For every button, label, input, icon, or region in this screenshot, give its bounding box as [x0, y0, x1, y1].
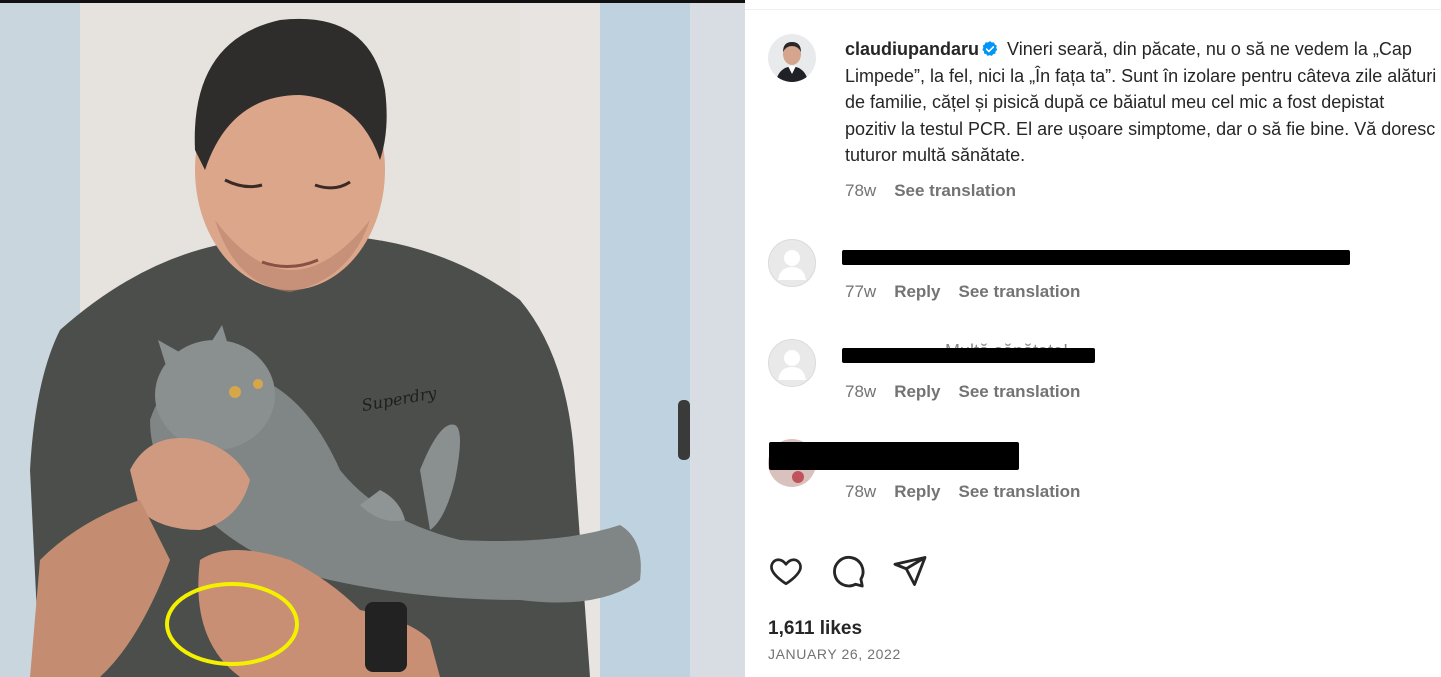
redacted-comment-text [769, 442, 1019, 470]
redacted-comment-text [842, 250, 1350, 265]
post-date: JANUARY 26, 2022 [768, 646, 901, 662]
comment-age: 78w [845, 382, 877, 401]
post-actions [767, 552, 929, 590]
comment-age: 77w [845, 282, 877, 301]
comment-age: 78w [845, 482, 877, 501]
share-button[interactable] [891, 552, 929, 590]
comment-meta: 78w Reply See translation [845, 382, 1080, 402]
author-avatar[interactable] [768, 34, 816, 82]
verified-badge-icon [982, 41, 998, 56]
post-details-panel: claudiupandaru Vineri seară, din păcate,… [745, 0, 1441, 677]
like-button[interactable] [767, 552, 805, 590]
photo-illustration: Superdry [0, 0, 745, 677]
reply-button[interactable]: Reply [894, 282, 940, 302]
panel-divider [745, 0, 1441, 10]
comment-meta: 77w Reply See translation [845, 282, 1080, 302]
user-avatar-icon [778, 250, 806, 280]
post-caption: claudiupandaru Vineri seară, din păcate,… [845, 36, 1440, 169]
comment-icon [833, 555, 865, 588]
comment-avatar[interactable] [768, 339, 816, 387]
post-photo[interactable]: Superdry [0, 0, 745, 677]
caption-meta: 78w See translation [845, 181, 1016, 201]
comment-see-translation[interactable]: See translation [958, 482, 1080, 502]
share-icon [893, 556, 927, 586]
heart-icon [770, 558, 802, 586]
author-username[interactable]: claudiupandaru [845, 39, 979, 59]
comment-avatar[interactable] [768, 239, 816, 287]
comment-see-translation[interactable]: See translation [958, 282, 1080, 302]
caption-see-translation[interactable]: See translation [894, 181, 1016, 201]
reply-button[interactable]: Reply [894, 382, 940, 402]
comment-button[interactable] [829, 552, 867, 590]
user-avatar-icon [778, 350, 806, 380]
comment-see-translation[interactable]: See translation [958, 382, 1080, 402]
likes-count[interactable]: 1,611 likes [768, 618, 862, 640]
redacted-comment-text [842, 348, 1095, 363]
comment-meta: 78w Reply See translation [845, 482, 1080, 502]
reply-button[interactable]: Reply [894, 482, 940, 502]
caption-age: 78w [845, 181, 877, 200]
